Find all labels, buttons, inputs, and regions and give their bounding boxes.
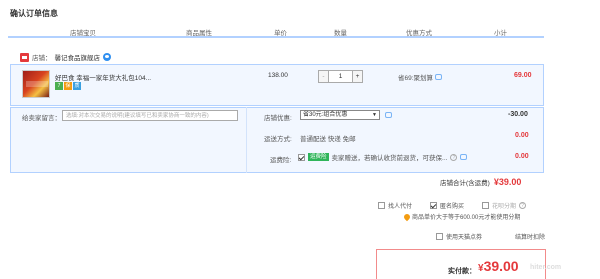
quantity-decrease-button[interactable]: - — [318, 70, 329, 83]
store-discount-value: -30.00 — [508, 111, 528, 118]
divider — [246, 107, 247, 173]
help-icon[interactable]: ? — [450, 153, 458, 161]
installment-condition: 商品单价大于等于600.00元才能使用分期 — [402, 212, 520, 221]
column-shop-item: 店铺宝贝 — [70, 30, 96, 37]
insurance-checkbox[interactable] — [298, 153, 305, 161]
shipping-label: 运送方式: — [264, 136, 292, 143]
insurance-row: 运费险 卖家赠送，若确认收货前退货，可获保... ? — [298, 152, 468, 162]
insurance-tag: 运费险 — [308, 153, 329, 161]
shop-total: 店铺合计(含运费) ¥39.00 — [440, 177, 521, 187]
settle-deduct-text: 结算时扣除 — [515, 235, 546, 241]
page-title: 确认订单信息 — [10, 9, 58, 18]
shop-icon — [20, 52, 29, 62]
huabei-checkbox[interactable] — [482, 202, 490, 209]
shop-total-label: 店铺合计(含运费) — [440, 180, 490, 187]
quantity-input[interactable]: 1 — [329, 70, 352, 83]
service-badges: 7 保 质 — [55, 82, 81, 90]
quantity-stepper: - 1 + — [318, 70, 363, 83]
shop-name[interactable]: 馨记食品旗舰店 — [55, 52, 101, 62]
insurance-text: 卖家赠送，若确认收货前退货，可获保... — [331, 155, 448, 162]
product-name[interactable]: 好巴食 幸福一家年货大礼包104... — [55, 72, 151, 82]
quantity-increase-button[interactable]: + — [352, 70, 363, 83]
tmall-coupon-checkbox[interactable] — [436, 233, 443, 240]
proxy-pay-checkbox[interactable] — [378, 202, 385, 209]
payment-amount: ¥39.00 — [478, 258, 519, 274]
shop-row: 店铺： 馨记食品旗舰店 — [20, 52, 111, 62]
discount-info: 省69:聚划算 — [398, 72, 443, 82]
tmall-coupon-option[interactable]: 使用天猫点券 — [436, 232, 482, 241]
anonymous-option[interactable]: 匿名购买 — [430, 201, 464, 210]
item-subtotal: 69.00 — [514, 72, 532, 79]
proxy-pay-option[interactable]: 找人代付 — [378, 201, 412, 210]
huabei-option[interactable]: 花呗分期 ? — [482, 201, 527, 210]
chat-icon[interactable] — [103, 53, 111, 61]
quality-icon[interactable]: 质 — [73, 82, 81, 90]
payment-label: 实付款： — [448, 268, 476, 275]
discount-info-icon[interactable] — [435, 74, 443, 80]
shipping-method: 普通配送 快递 免邮 — [300, 136, 356, 143]
store-discount-selected: 省30元:组合优惠 — [303, 112, 348, 118]
anonymous-checkbox[interactable] — [430, 202, 438, 209]
store-discount-label: 店铺优惠: — [264, 115, 292, 122]
insurance-chat-icon[interactable] — [460, 154, 468, 160]
column-header: 店铺宝贝 商品属性 单价 数量 优惠方式 小计 — [8, 24, 544, 38]
unit-price: 138.00 — [268, 72, 288, 79]
seven-day-return-icon[interactable]: 7 — [55, 82, 63, 90]
message-label: 给卖家留言： — [22, 115, 61, 122]
item-row — [10, 64, 544, 106]
store-discount-select[interactable]: 省30元:组合优惠 ▼ — [300, 110, 380, 120]
product-thumbnail[interactable] — [22, 70, 50, 98]
column-unit-price: 单价 — [274, 30, 287, 37]
guarantee-icon[interactable]: 保 — [64, 82, 72, 90]
location-pin-icon — [402, 212, 412, 221]
discount-text: 省69:聚划算 — [398, 75, 434, 82]
insurance-label: 运费险: — [270, 157, 292, 164]
payment-options: 找人代付 匿名购买 花呗分期 ? — [378, 201, 527, 210]
seller-message-input[interactable]: 选填:对本次交易的说明(建议填写已和卖家协商一致的内容) — [62, 110, 238, 121]
shop-label: 店铺： — [32, 55, 52, 62]
column-subtotal: 小计 — [494, 30, 507, 37]
discount-help-icon[interactable] — [385, 112, 392, 118]
dropdown-arrow-icon: ▼ — [372, 112, 377, 118]
column-quantity: 数量 — [334, 30, 347, 37]
shop-total-amount: ¥39.00 — [493, 177, 522, 187]
column-discount: 优惠方式 — [406, 30, 432, 37]
shipping-amount: 0.00 — [515, 132, 529, 139]
huabei-help-icon[interactable]: ? — [519, 202, 527, 209]
insurance-amount: 0.00 — [515, 153, 529, 160]
watermark: hiter.com — [530, 264, 562, 271]
column-attributes: 商品属性 — [186, 30, 212, 37]
